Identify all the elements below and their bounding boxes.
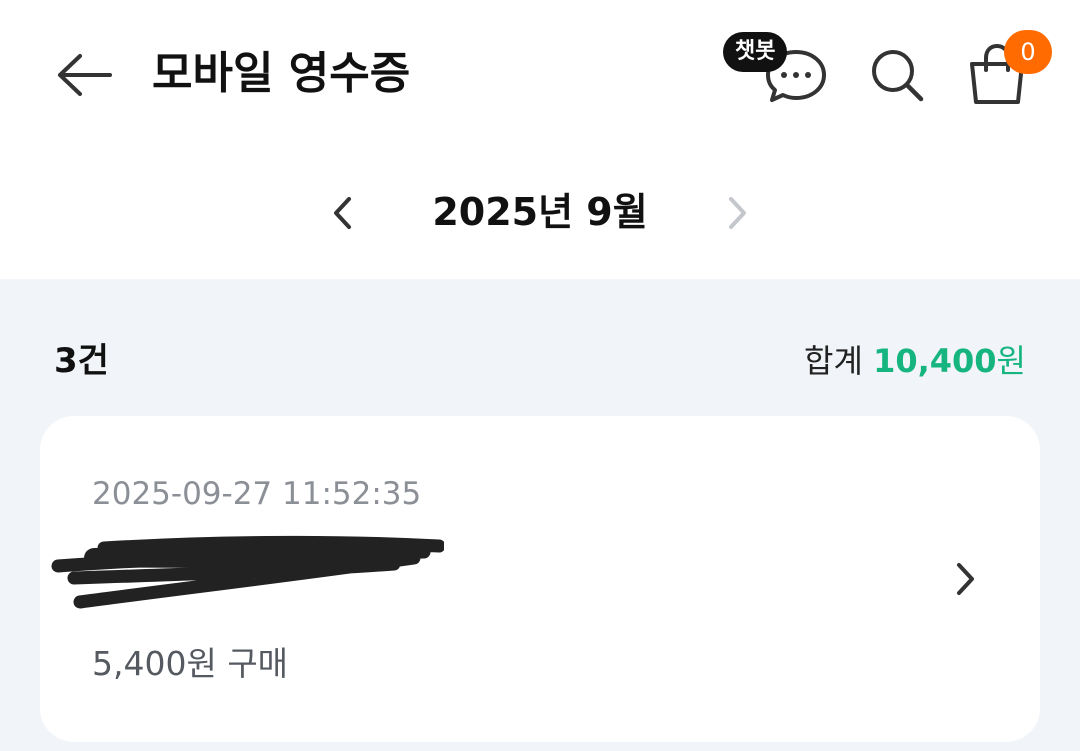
page-title: 모바일 영수증 <box>152 48 411 99</box>
total-label: 합계 <box>804 342 863 380</box>
search-button[interactable] <box>862 42 932 108</box>
receipt-datetime: 2025-09-27 11:52:35 <box>92 476 422 512</box>
month-label: 2025년 9월 <box>432 190 648 234</box>
search-icon <box>872 50 924 102</box>
back-button[interactable] <box>50 45 118 105</box>
cart-count-badge: 0 <box>1004 30 1052 74</box>
arrow-left-icon <box>58 54 112 96</box>
receipt-detail-button[interactable] <box>940 552 990 606</box>
next-month-button[interactable] <box>712 186 762 240</box>
chevron-left-icon <box>334 197 351 229</box>
prev-month-button[interactable] <box>318 186 368 240</box>
receipt-count: 3건 <box>54 341 109 381</box>
redacted-store-name <box>51 535 444 609</box>
chevron-right-icon <box>957 563 974 595</box>
receipt-card[interactable]: 2025-09-27 11:52:35 5,400원 구매 <box>40 416 1040 742</box>
app-header: 모바일 영수증 챗봇 0 2025년 9월 <box>0 0 1080 279</box>
total-amount: 10,400 <box>873 342 997 380</box>
chatbot-label[interactable]: 챗봇 <box>723 32 788 72</box>
chevron-right-icon <box>729 197 746 229</box>
receipt-amount: 5,400원 구매 <box>92 644 289 683</box>
total-unit: 원 <box>996 342 1026 380</box>
total-summary: 합계 10,400원 <box>804 336 1026 386</box>
